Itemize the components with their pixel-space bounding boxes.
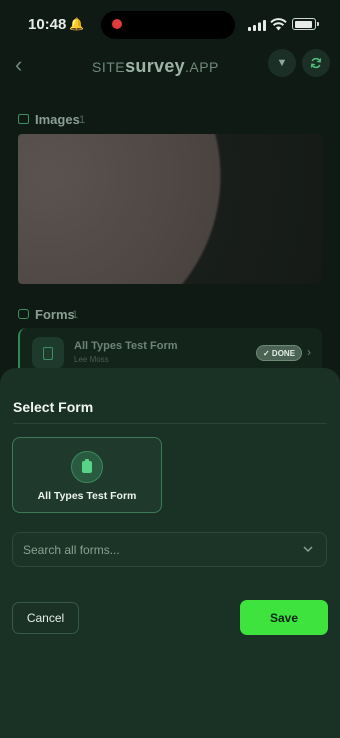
chevron-right-icon: ›	[307, 345, 311, 359]
filter-button[interactable]: ▼	[268, 49, 296, 77]
status-badge: ✓ DONE	[256, 345, 303, 361]
logo-suffix: .APP	[184, 59, 219, 75]
form-search-select[interactable]: Search all forms...	[12, 532, 327, 567]
signal-icon	[248, 20, 266, 31]
forms-icon	[18, 309, 29, 319]
search-placeholder: Search all forms...	[23, 543, 120, 557]
form-item-author: Lee Moss	[74, 355, 109, 364]
logo-prefix: SITE	[92, 59, 126, 75]
clipboard-icon	[82, 459, 92, 473]
battery-tip	[317, 22, 319, 26]
recording-dot-icon	[112, 19, 122, 29]
form-item-title: All Types Test Form	[74, 340, 178, 352]
bell-icon: 🔔	[69, 17, 84, 31]
wifi-icon	[270, 18, 287, 31]
logo-main: survey	[125, 56, 185, 76]
images-section-title: Images	[35, 112, 80, 127]
status-time: 10:48	[28, 16, 67, 33]
sync-button[interactable]	[302, 49, 330, 77]
save-button[interactable]: Save	[240, 600, 328, 635]
filter-icon: ▼	[276, 57, 288, 69]
chevron-down-icon	[303, 546, 313, 553]
status-bar: 10:48 🔔	[0, 0, 340, 48]
images-count: 1	[79, 114, 86, 126]
form-option-tile[interactable]: All Types Test Form	[12, 437, 162, 513]
forms-section-title: Forms	[35, 307, 75, 322]
document-icon	[43, 346, 53, 360]
form-thumbnail	[32, 337, 64, 369]
divider	[13, 423, 327, 424]
sync-icon	[310, 57, 322, 69]
cancel-button[interactable]: Cancel	[12, 602, 79, 634]
back-chevron-icon[interactable]: ‹	[15, 52, 22, 78]
forms-count: 1	[72, 309, 79, 321]
image-icon	[18, 114, 29, 124]
survey-photo[interactable]	[18, 134, 322, 284]
form-option-label: All Types Test Form	[37, 490, 137, 502]
form-option-icon-wrap	[71, 451, 103, 483]
battery-icon	[292, 18, 316, 30]
app-logo: SITEsurvey.APP	[92, 56, 219, 77]
sheet-title: Select Form	[13, 399, 94, 415]
select-form-sheet: Select Form All Types Test Form Search a…	[0, 368, 340, 738]
